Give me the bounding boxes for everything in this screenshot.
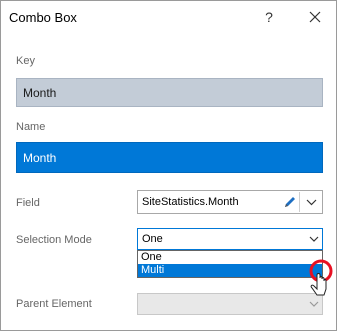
name-label: Name (16, 121, 46, 133)
chevron-down-icon[interactable] (308, 232, 320, 246)
title-bar: Combo Box ? (1, 1, 336, 34)
combo-box-dialog: Combo Box ? Key Month Name Month Field S… (0, 0, 337, 331)
key-field[interactable]: Month (16, 78, 323, 107)
field-value: SiteStatistics.Month (142, 196, 239, 208)
dialog-title: Combo Box (9, 10, 77, 25)
hand-cursor-icon (301, 259, 337, 307)
selection-mode-label: Selection Mode (16, 234, 92, 246)
close-icon[interactable] (303, 5, 327, 29)
parent-element-select[interactable] (137, 293, 323, 315)
selection-mode-dropdown-list: One Multi (137, 250, 323, 278)
key-label: Key (16, 55, 35, 67)
field-select[interactable]: SiteStatistics.Month (137, 190, 323, 214)
option-one[interactable]: One (138, 251, 322, 264)
selection-mode-select[interactable]: One (137, 228, 323, 250)
parent-element-label: Parent Element (16, 298, 92, 310)
option-multi[interactable]: Multi (138, 264, 322, 277)
chevron-down-icon[interactable] (302, 192, 321, 212)
help-button[interactable]: ? (257, 5, 281, 29)
field-label: Field (16, 197, 40, 209)
pencil-icon[interactable] (280, 192, 300, 212)
name-field[interactable]: Month (16, 142, 323, 173)
selection-mode-value: One (142, 233, 163, 245)
